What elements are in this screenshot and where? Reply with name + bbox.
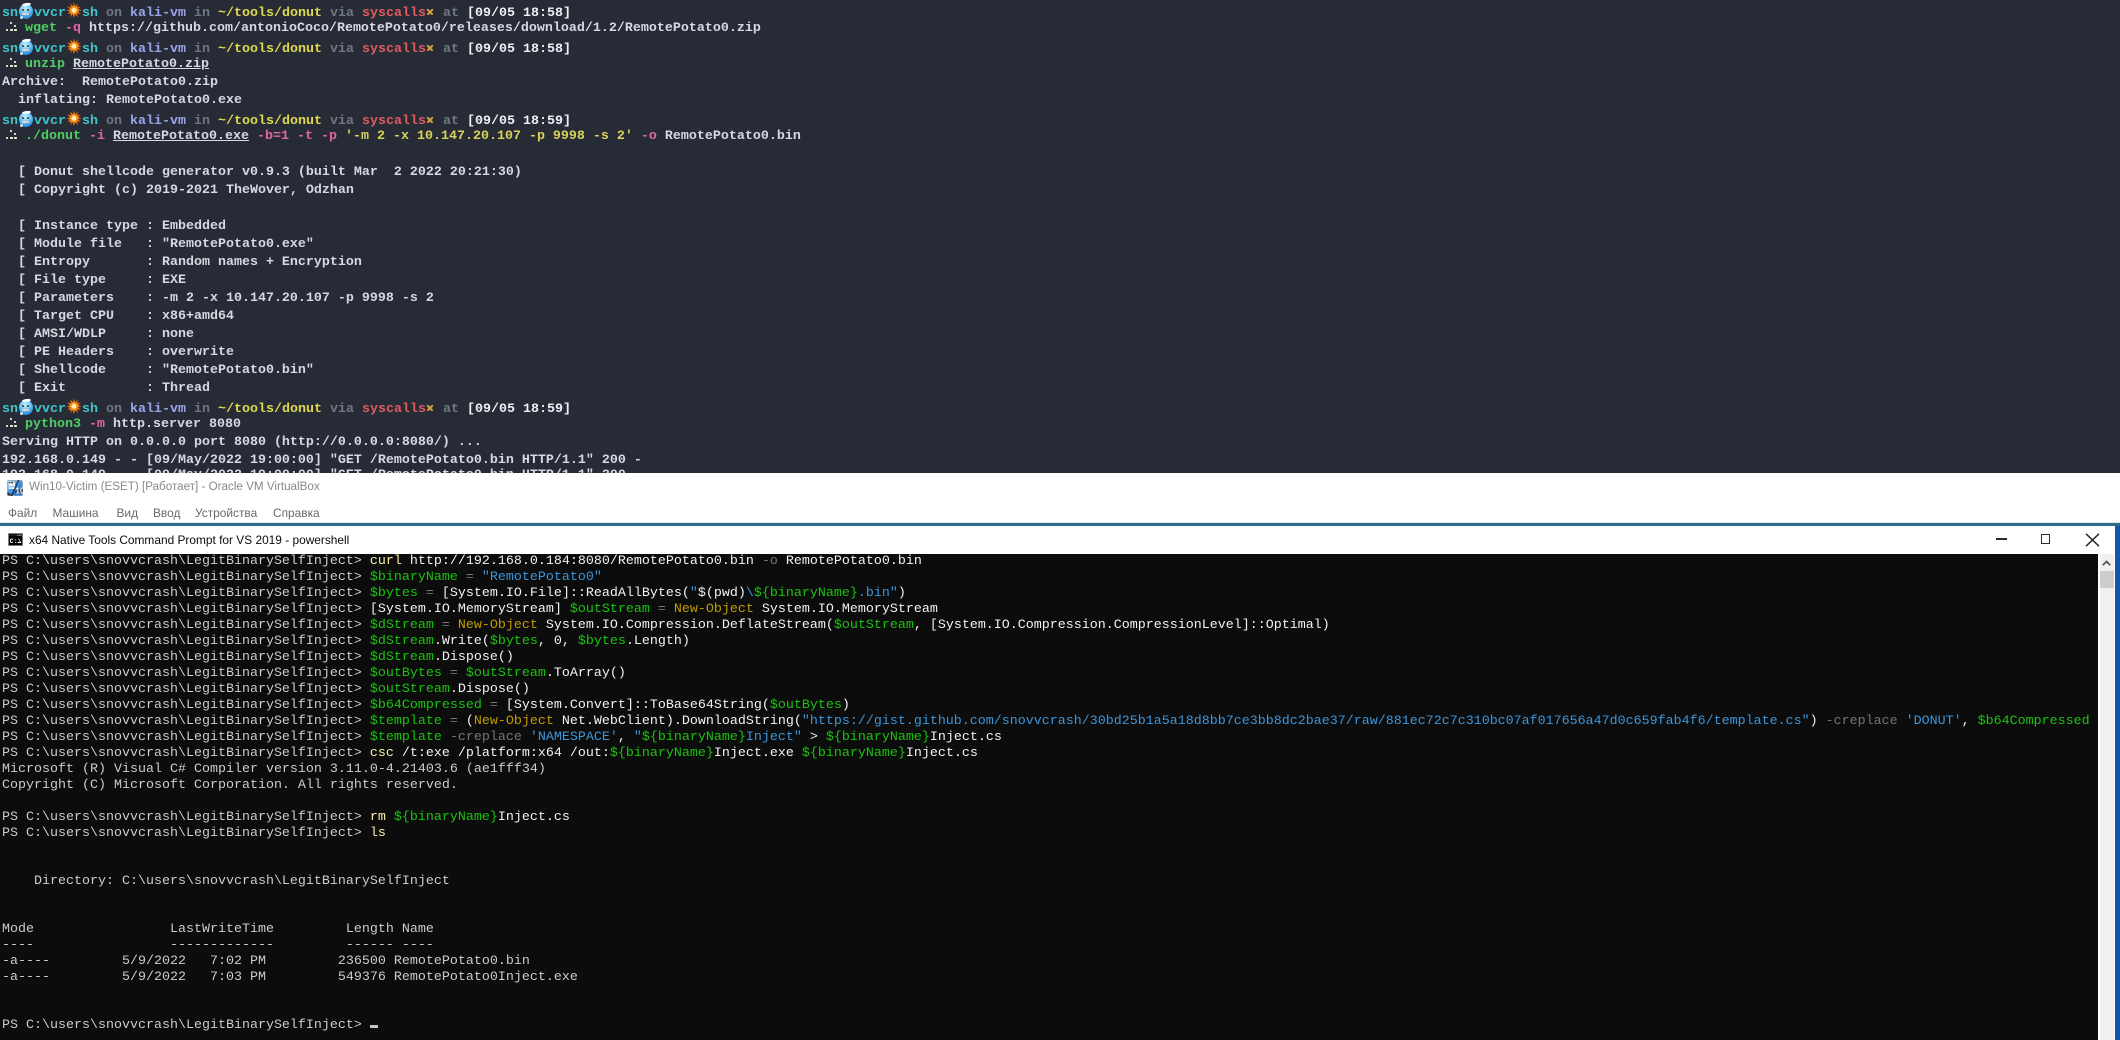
- svg-text:C:\: C:\: [10, 538, 22, 546]
